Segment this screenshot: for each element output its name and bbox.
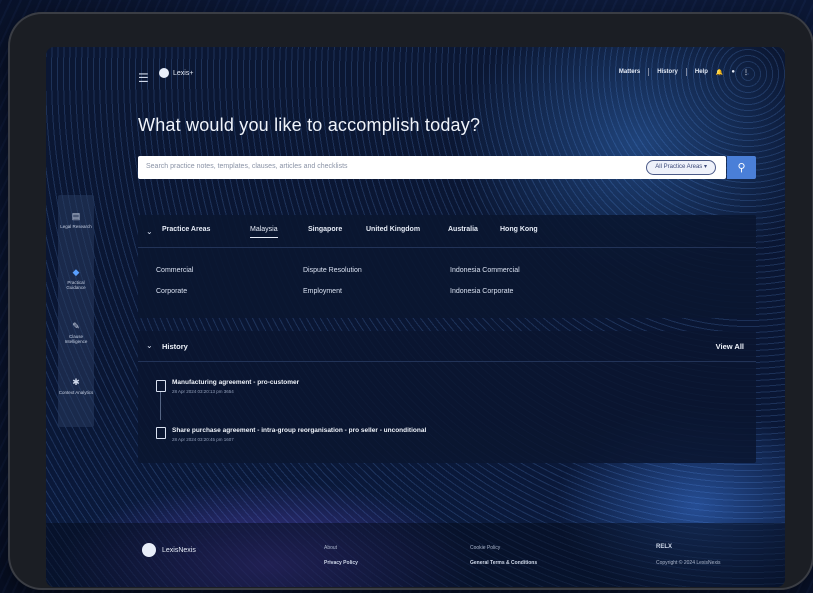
nav-link-matters[interactable]: Matters xyxy=(619,69,640,75)
practice-tabs: ⌄ Practice Areas Malaysia Singapore Unit… xyxy=(138,215,756,248)
history-item-title[interactable]: Manufacturing agreement - pro-customer xyxy=(172,379,299,386)
tab-australia[interactable]: Australia xyxy=(448,226,478,233)
sidebar-item-label: Practical Guidance xyxy=(66,280,86,290)
footer-brand: LexisNexis xyxy=(162,546,196,554)
sidebar-item-practical-guidance[interactable]: ◆ Practical Guidance xyxy=(58,267,94,290)
practice-areas-panel: ⌄ Practice Areas Malaysia Singapore Unit… xyxy=(138,215,756,318)
history-item-date: 28 Apr 2024 03:20:13 pm 3654 xyxy=(172,389,234,394)
footer-link-cookie[interactable]: Cookie Policy xyxy=(470,545,500,551)
practice-link-corporate[interactable]: Corporate xyxy=(156,288,187,295)
copyright-text: Copyright © 2024 LexisNexis xyxy=(656,560,721,566)
document-icon xyxy=(156,427,166,439)
network-icon: ✱ xyxy=(72,377,80,387)
shield-icon: ◆ xyxy=(72,267,80,277)
practice-link-indonesia-commercial[interactable]: Indonesia Commercial xyxy=(450,267,520,274)
chevron-down-icon[interactable]: ⌄ xyxy=(146,227,153,236)
timeline-line xyxy=(160,392,161,420)
history-panel: ⌄ History View All Manufacturing agreeme… xyxy=(138,331,756,463)
history-item-title[interactable]: Share purchase agreement - intra-group r… xyxy=(172,427,426,434)
nav-link-history[interactable]: History xyxy=(657,69,678,75)
app-screen: ☰ Lexis+ Matters History Help 🔔 ● ⋮ What… xyxy=(46,47,785,587)
sidebar-item-legal-research[interactable]: ▤ Legal Research xyxy=(58,211,94,229)
view-all-link[interactable]: View All xyxy=(716,342,744,351)
history-title: History xyxy=(162,342,188,351)
tab-hong-kong[interactable]: Hong Kong xyxy=(500,226,538,233)
logo-icon xyxy=(159,68,169,78)
footer-logo[interactable]: LexisNexis xyxy=(142,543,196,557)
sidebar-item-label: Context Analytics xyxy=(58,390,94,395)
footer: LexisNexis About Privacy Policy Cookie P… xyxy=(46,523,785,587)
sidebar-item-clause-intelligence[interactable]: ✎ Clause Intelligence xyxy=(58,321,94,344)
practice-link-employment[interactable]: Employment xyxy=(303,288,342,295)
book-icon: ▤ xyxy=(71,211,81,221)
nav-divider xyxy=(685,68,687,76)
tab-singapore[interactable]: Singapore xyxy=(308,226,342,233)
search-bar[interactable]: Search practice notes, templates, clause… xyxy=(138,156,726,179)
app-name: Lexis+ xyxy=(173,69,194,77)
practice-link-indonesia-corporate[interactable]: Indonesia Corporate xyxy=(450,288,513,295)
practice-link-dispute-resolution[interactable]: Dispute Resolution xyxy=(303,267,362,274)
tab-malaysia[interactable]: Malaysia xyxy=(250,226,278,238)
sidebar-item-label: Legal Research xyxy=(60,224,92,229)
pen-icon: ✎ xyxy=(72,321,80,331)
user-icon[interactable]: ● xyxy=(731,69,735,75)
footer-link-privacy[interactable]: Privacy Policy xyxy=(324,560,358,566)
relx-logo: RELX xyxy=(656,544,673,550)
tab-united-kingdom[interactable]: United Kingdom xyxy=(366,226,420,233)
history-item-date: 28 Apr 2024 03:20:45 pm 1607 xyxy=(172,437,234,442)
divider xyxy=(138,361,756,362)
nav-divider xyxy=(648,68,650,76)
practice-area-label: All Practice Areas xyxy=(655,164,703,170)
practice-link-commercial[interactable]: Commercial xyxy=(156,267,193,274)
search-button[interactable]: ⚲ xyxy=(727,156,756,179)
side-nav: ▤ Legal Research ◆ Practical Guidance ✎ … xyxy=(58,195,94,427)
lexisnexis-logo-icon xyxy=(142,543,156,557)
top-nav: Matters History Help 🔔 ● ⋮ xyxy=(619,68,749,76)
page-headline: What would you like to accomplish today? xyxy=(138,115,481,135)
app-logo[interactable]: Lexis+ xyxy=(159,68,193,78)
bell-icon[interactable]: 🔔 xyxy=(716,69,723,76)
search-input[interactable]: Search practice notes, templates, clause… xyxy=(146,163,348,170)
tablet-frame: ☰ Lexis+ Matters History Help 🔔 ● ⋮ What… xyxy=(8,12,813,590)
search-icon: ⚲ xyxy=(737,162,746,174)
footer-link-terms[interactable]: General Terms & Conditions xyxy=(470,560,537,566)
hamburger-menu-icon[interactable]: ☰ xyxy=(138,71,149,85)
practice-area-dropdown[interactable]: All Practice Areas ▾ xyxy=(646,160,716,175)
footer-link-about[interactable]: About xyxy=(324,545,337,551)
nav-link-help[interactable]: Help xyxy=(695,69,708,75)
practice-areas-title[interactable]: Practice Areas xyxy=(162,226,210,233)
chevron-down-icon[interactable]: ⌄ xyxy=(146,341,153,350)
more-icon[interactable]: ⋮ xyxy=(743,69,749,76)
sidebar-item-label: Clause Intelligence xyxy=(64,334,88,344)
sidebar-item-context-analytics[interactable]: ✱ Context Analytics xyxy=(58,377,94,395)
document-icon xyxy=(156,380,166,392)
